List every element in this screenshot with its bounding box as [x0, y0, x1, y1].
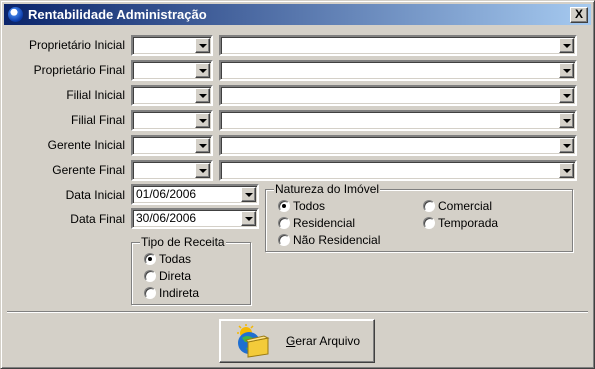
data-final-label: Data Final [70, 212, 125, 226]
hotkey-letter: G [286, 334, 296, 348]
window-title: Rentabilidade Administração [28, 7, 207, 22]
filial-final-name-combo[interactable] [219, 110, 577, 131]
date-value: 01/06/2006 [136, 187, 197, 201]
gerente-inicial-code-combo[interactable] [131, 135, 213, 156]
radio-label: Direta [159, 269, 192, 283]
data-inicial-label: Data Inicial [65, 188, 125, 202]
natureza-imovel-title: Natureza do Imóvel [274, 182, 381, 196]
dropdown-arrow-icon[interactable] [559, 88, 574, 103]
data-inicial-picker[interactable]: 01/06/2006 [131, 184, 259, 205]
dropdown-arrow-icon[interactable] [195, 88, 210, 103]
proprietario-inicial-code-combo[interactable] [131, 35, 213, 56]
gerar-arquivo-label: Gerar Arquivo [286, 334, 360, 348]
label-rest: erar Arquivo [295, 334, 361, 348]
dropdown-arrow-icon[interactable] [559, 63, 574, 78]
dropdown-arrow-icon[interactable] [195, 113, 210, 128]
filial-inicial-name-combo[interactable] [219, 85, 577, 106]
gerente-inicial-label: Gerente Inicial [47, 138, 125, 152]
radio-selected-icon[interactable] [278, 200, 290, 212]
proprietario-inicial-label: Proprietário Inicial [28, 38, 125, 52]
filial-final-label: Filial Final [70, 113, 125, 127]
radio-label: Residencial [293, 216, 356, 230]
radio-label: Comercial [438, 199, 493, 213]
proprietario-final-name-combo[interactable] [219, 60, 577, 81]
radio-empty-icon[interactable] [278, 234, 290, 246]
radio-label: Indireta [159, 286, 200, 300]
title-bar[interactable]: Rentabilidade Administração X [4, 4, 591, 25]
radio-selected-icon[interactable] [144, 253, 156, 265]
data-final-picker[interactable]: 30/06/2006 [131, 208, 259, 229]
gerente-final-name-combo[interactable] [219, 160, 577, 181]
app-globe-icon [8, 7, 23, 22]
dropdown-arrow-icon[interactable] [195, 63, 210, 78]
filial-inicial-label: Filial Inicial [66, 88, 125, 102]
proprietario-inicial-name-combo[interactable] [219, 35, 577, 56]
radio-label: Todas [159, 252, 192, 266]
dropdown-arrow-icon[interactable] [195, 163, 210, 178]
proprietario-final-code-combo[interactable] [131, 60, 213, 81]
radio-label: Temporada [438, 216, 499, 230]
close-button[interactable]: X [570, 7, 588, 23]
filial-final-code-combo[interactable] [131, 110, 213, 131]
radio-label: Não Residencial [293, 233, 381, 247]
radio-empty-icon[interactable] [423, 217, 435, 229]
proprietario-final-label: Proprietário Final [33, 63, 125, 77]
gerar-arquivo-button[interactable]: Gerar Arquivo [219, 319, 375, 363]
radio-empty-icon[interactable] [423, 200, 435, 212]
natureza-imovel-group: Natureza do Imóvel Todos Comercial Resid… [265, 182, 573, 252]
radio-label: Todos [293, 199, 326, 213]
footer-separator [7, 311, 588, 313]
tipo-receita-title: Tipo de Receita [140, 235, 226, 249]
dropdown-arrow-icon[interactable] [559, 163, 574, 178]
dropdown-arrow-icon[interactable] [241, 187, 256, 202]
dropdown-arrow-icon[interactable] [559, 113, 574, 128]
dropdown-arrow-icon[interactable] [241, 211, 256, 226]
export-file-icon [237, 324, 270, 358]
date-value: 30/06/2006 [136, 211, 197, 225]
dropdown-arrow-icon[interactable] [559, 138, 574, 153]
dropdown-arrow-icon[interactable] [559, 38, 574, 53]
radio-empty-icon[interactable] [144, 287, 156, 299]
dropdown-arrow-icon[interactable] [195, 38, 210, 53]
gerente-inicial-name-combo[interactable] [219, 135, 577, 156]
gerente-final-code-combo[interactable] [131, 160, 213, 181]
dropdown-arrow-icon[interactable] [195, 138, 210, 153]
filial-inicial-code-combo[interactable] [131, 85, 213, 106]
dialog-window: Rentabilidade Administração X Proprietár… [0, 0, 595, 369]
tipo-receita-group: Tipo de Receita Todas Direta Indireta [131, 235, 251, 305]
radio-empty-icon[interactable] [278, 217, 290, 229]
radio-empty-icon[interactable] [144, 270, 156, 282]
gerente-final-label: Gerente Final [52, 163, 125, 177]
